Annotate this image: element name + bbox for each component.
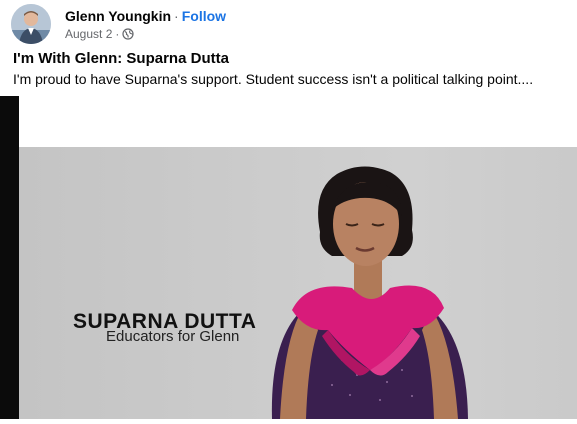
post-text[interactable]: I'm proud to have Suparna's support. Stu… xyxy=(13,71,573,87)
post-meta: August 2 · xyxy=(65,27,134,41)
lower-third-org: Educators for Glenn xyxy=(106,328,240,345)
globe-icon[interactable] xyxy=(122,28,134,40)
post-header: Glenn Youngkin · Follow August 2 · xyxy=(0,0,577,48)
video-letterbox xyxy=(0,96,19,419)
avatar-image xyxy=(11,4,51,44)
author-separator: · xyxy=(174,8,179,24)
author-avatar[interactable] xyxy=(11,4,51,44)
author-name[interactable]: Glenn Youngkin xyxy=(65,8,171,24)
follow-button[interactable]: Follow xyxy=(182,8,226,24)
author-line: Glenn Youngkin · Follow xyxy=(65,8,226,24)
meta-dot: · xyxy=(115,27,120,41)
speaker-figure xyxy=(262,160,492,419)
post-title: I'm With Glenn: Suparna Dutta xyxy=(13,50,229,67)
post-date[interactable]: August 2 xyxy=(65,27,112,41)
